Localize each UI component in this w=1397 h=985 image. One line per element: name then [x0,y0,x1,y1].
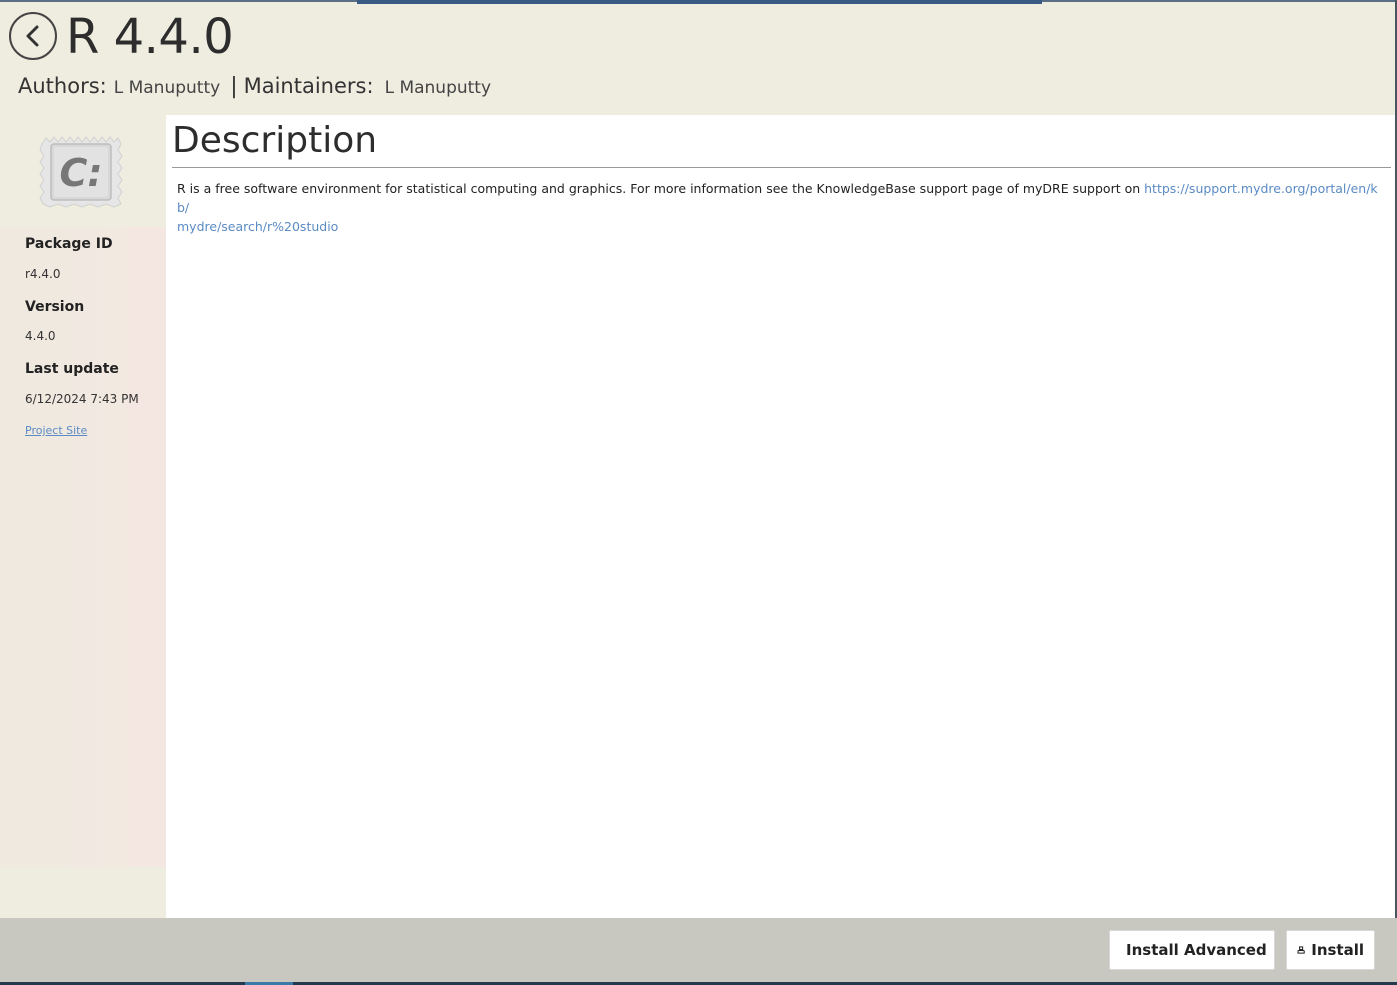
authors-line: Authors: L Manuputty | Maintainers: L Ma… [18,74,491,99]
last-update-label: Last update [25,361,119,377]
description-divider [172,167,1391,168]
install-label: Install [1311,941,1364,959]
package-id-section: Package ID [25,236,113,252]
window-top-accent [357,0,1042,4]
maintainers-label: Maintainers: [243,74,374,98]
install-tray-icon [1297,946,1305,954]
version-value: 4.4.0 [25,329,56,343]
version-label: Version [25,299,85,315]
last-update-value-wrap: 6/12/2024 7:43 PM [25,392,139,406]
install-advanced-button[interactable]: Install Advanced [1109,930,1275,970]
description-heading: Description [172,120,378,161]
authors-separator: | [230,74,238,99]
support-link-part2: mydre/search/r%20studio [177,219,339,234]
action-footer: Install Advanced Install [0,918,1397,982]
maintainers-value: L Manuputty [384,78,492,98]
authors-value: L Manuputty [113,78,221,98]
back-arrow-icon [26,25,39,47]
last-update-section: Last update [25,361,119,377]
description-body: R is a free software environment for sta… [177,181,1145,196]
package-id-label: Package ID [25,236,113,252]
description-panel: Description R is a free software environ… [166,115,1395,918]
project-site-link[interactable]: Project Site [25,424,87,437]
version-value-wrap: 4.4.0 [25,329,56,343]
chocolatey-package-icon: C: [39,136,123,208]
install-button[interactable]: Install [1286,930,1375,970]
authors-label: Authors: [18,74,107,98]
version-section: Version [25,299,84,315]
sidebar-details-edge [127,227,166,867]
back-button[interactable] [9,12,57,60]
last-update-value: 6/12/2024 7:43 PM [25,392,139,406]
package-id-value: r4.4.0 [25,267,61,281]
page-title: R 4.4.0 [66,9,234,65]
package-sidebar: C: Package ID r4.4.0 Version 4.4.0 Last … [0,115,166,918]
install-advanced-label: Install Advanced [1126,941,1267,959]
svg-text:C:: C: [59,151,102,195]
description-text: R is a free software environment for sta… [177,179,1387,236]
package-id-value-wrap: r4.4.0 [25,267,60,281]
